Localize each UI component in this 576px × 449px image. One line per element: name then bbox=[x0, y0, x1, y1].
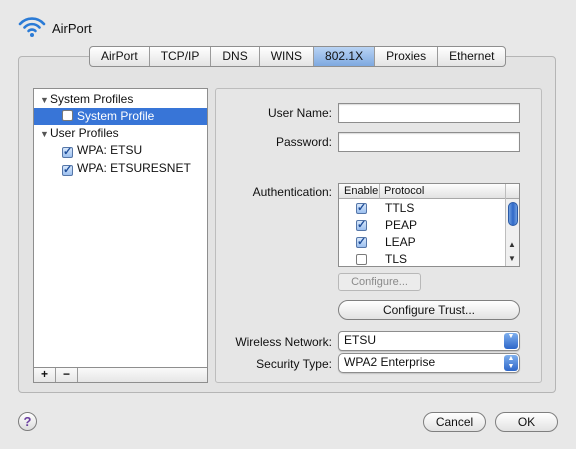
protocol-row[interactable]: ✓ TTLS bbox=[339, 200, 507, 217]
system-profiles-group[interactable]: ▼System Profiles bbox=[34, 91, 207, 108]
wireless-network-value: ETSU bbox=[344, 333, 377, 347]
ok-button[interactable]: OK bbox=[495, 412, 558, 432]
column-header-enable[interactable]: Enable bbox=[344, 184, 378, 198]
protocol-table[interactable]: Enable Protocol ✓ TTLS ✓ PEAP ✓ LEAP TLS… bbox=[338, 183, 520, 267]
scrollbar-thumb[interactable] bbox=[508, 202, 518, 226]
protocol-name: PEAP bbox=[385, 218, 418, 232]
username-label: User Name: bbox=[267, 106, 332, 120]
column-divider bbox=[379, 184, 380, 199]
protocol-row[interactable]: ✓ PEAP bbox=[339, 217, 507, 234]
wireless-network-label: Wireless Network: bbox=[235, 335, 332, 349]
scrollbar-corner bbox=[506, 184, 519, 199]
protocol-checkbox[interactable]: ✓ bbox=[356, 237, 367, 248]
protocol-checkbox[interactable] bbox=[356, 254, 367, 265]
profile-checkbox[interactable]: ✓ bbox=[62, 165, 73, 176]
tab-tcpip[interactable]: TCP/IP bbox=[150, 47, 212, 66]
profile-checkbox[interactable]: ✓ bbox=[62, 147, 73, 158]
list-item-label: WPA: ETSU bbox=[77, 143, 143, 157]
list-button-bar: + − bbox=[33, 368, 208, 383]
wireless-network-combobox[interactable]: ETSU ▼ bbox=[338, 331, 520, 351]
panel-title: AirPort bbox=[52, 21, 92, 36]
tab-dns[interactable]: DNS bbox=[211, 47, 260, 66]
tab-wins[interactable]: WINS bbox=[260, 47, 315, 66]
tab-bar: AirPort TCP/IP DNS WINS 802.1X Proxies E… bbox=[89, 46, 507, 67]
cancel-button[interactable]: Cancel bbox=[423, 412, 486, 432]
tab-proxies[interactable]: Proxies bbox=[375, 47, 439, 66]
protocol-row[interactable]: ✓ LEAP bbox=[339, 234, 507, 251]
help-button[interactable]: ? bbox=[18, 412, 37, 431]
group-label: User Profiles bbox=[50, 126, 119, 140]
list-item-wpa-etsuresnet[interactable]: ✓ WPA: ETSURESNET bbox=[34, 160, 207, 177]
list-item-label: System Profile bbox=[77, 109, 155, 123]
protocol-checkbox[interactable]: ✓ bbox=[356, 203, 367, 214]
scroll-down-arrow-icon[interactable]: ▼ bbox=[508, 254, 516, 263]
disclosure-triangle-icon[interactable]: ▼ bbox=[40, 92, 50, 109]
protocol-name: LEAP bbox=[385, 235, 416, 249]
add-profile-button[interactable]: + bbox=[34, 368, 56, 382]
system-profile-checkbox[interactable] bbox=[62, 110, 73, 121]
protocol-name: TLS bbox=[385, 252, 408, 266]
list-item-label: WPA: ETSURESNET bbox=[77, 161, 191, 175]
dropdown-arrow-icon[interactable]: ▼ bbox=[504, 333, 518, 349]
disclosure-triangle-icon[interactable]: ▼ bbox=[40, 126, 50, 143]
user-profiles-group[interactable]: ▼User Profiles bbox=[34, 125, 207, 142]
list-item-system-profile[interactable]: System Profile bbox=[34, 108, 207, 125]
column-header-protocol[interactable]: Protocol bbox=[384, 184, 424, 198]
tab-8021x[interactable]: 802.1X bbox=[314, 47, 376, 66]
username-field[interactable] bbox=[338, 103, 520, 123]
password-field[interactable] bbox=[338, 132, 520, 152]
wifi-icon bbox=[18, 17, 46, 37]
security-type-value: WPA2 Enterprise bbox=[344, 355, 436, 369]
protocol-table-header: Enable Protocol bbox=[339, 184, 507, 199]
scroll-up-arrow-icon[interactable]: ▲ bbox=[508, 240, 516, 249]
protocol-scrollbar[interactable]: ▲ ▼ bbox=[505, 184, 519, 266]
configure-trust-button[interactable]: Configure Trust... bbox=[338, 300, 520, 320]
tab-ethernet[interactable]: Ethernet bbox=[438, 47, 505, 66]
tab-airport[interactable]: AirPort bbox=[90, 47, 150, 66]
popup-arrows-icon[interactable]: ▲ ▼ bbox=[504, 355, 518, 371]
authentication-label: Authentication: bbox=[252, 185, 332, 199]
profile-list[interactable]: ▼System Profiles System Profile ▼User Pr… bbox=[33, 88, 208, 368]
protocol-name: TTLS bbox=[385, 201, 415, 215]
help-icon: ? bbox=[23, 414, 32, 429]
protocol-checkbox[interactable]: ✓ bbox=[356, 220, 367, 231]
configure-button[interactable]: Configure... bbox=[338, 273, 421, 291]
list-item-wpa-etsu[interactable]: ✓ WPA: ETSU bbox=[34, 142, 207, 159]
password-label: Password: bbox=[275, 135, 332, 149]
group-label: System Profiles bbox=[50, 92, 134, 106]
remove-profile-button[interactable]: − bbox=[56, 368, 78, 382]
security-type-popup[interactable]: WPA2 Enterprise ▲ ▼ bbox=[338, 353, 520, 373]
protocol-row[interactable]: TLS bbox=[339, 251, 507, 266]
security-type-label: Security Type: bbox=[256, 357, 332, 371]
